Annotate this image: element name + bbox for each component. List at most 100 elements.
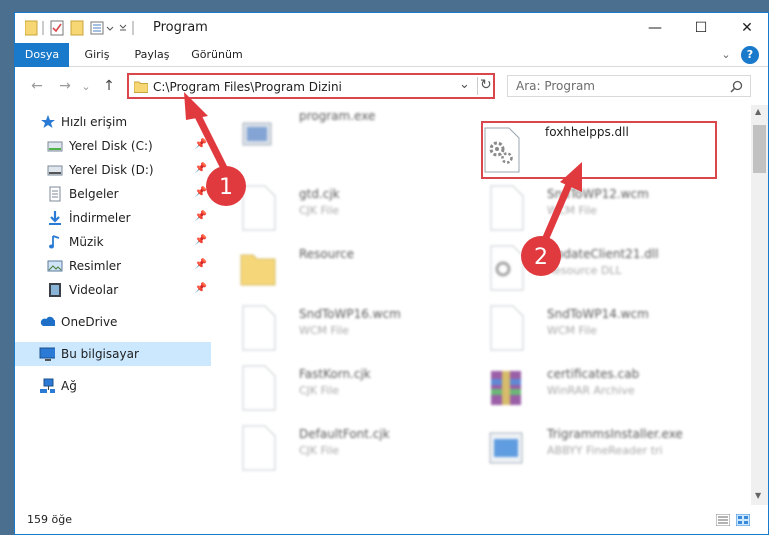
- network-icon: [40, 378, 55, 393]
- quick-access-toolbar[interactable]: [25, 19, 145, 37]
- file-item[interactable]: UpdateClient21.dll Resource DLL: [473, 237, 713, 293]
- file-type: WinRAR Archive: [547, 384, 635, 397]
- file-item[interactable]: SndToWP14.wcm WCM File: [473, 297, 713, 353]
- address-path: C:\Program Files\Program Dizini: [153, 80, 342, 94]
- file-item[interactable]: program.exe: [225, 105, 465, 161]
- sidebar-item-documents[interactable]: Belgeler 📌: [15, 182, 211, 206]
- pictures-icon: [47, 260, 63, 272]
- tab-paylas[interactable]: Paylaş: [127, 43, 177, 67]
- file-item[interactable]: gtd.cjk CJK File: [225, 177, 465, 233]
- help-button[interactable]: ?: [741, 46, 759, 64]
- new-folder-icon: [70, 20, 84, 36]
- file-name: FastKorn.cjk: [299, 367, 371, 381]
- up-button[interactable]: ↑: [99, 76, 119, 96]
- tab-dosya[interactable]: Dosya: [15, 43, 69, 67]
- sidebar-item-local-disk-c[interactable]: Yerel Disk (C:) 📌: [15, 134, 211, 158]
- folder-icon: [25, 20, 38, 36]
- computer-icon: [39, 347, 55, 361]
- minimize-button[interactable]: —: [632, 13, 678, 43]
- file-name: TrigrammsInstaller.exe: [547, 427, 683, 441]
- file-item[interactable]: TrigrammsInstaller.exe ABBYY FineReader …: [473, 417, 713, 473]
- address-divider: [477, 77, 478, 95]
- file-name: Resource: [299, 247, 355, 261]
- file-type: ABBYY FineReader tri: [547, 444, 663, 457]
- file-item[interactable]: FastKorn.cjk CJK File: [225, 357, 465, 413]
- file-name: gtd.cjk: [299, 187, 340, 201]
- sidebar-item-downloads[interactable]: İndirmeler 📌: [15, 206, 211, 230]
- file-name: SndToWP16.wcm: [299, 307, 401, 321]
- pin-icon[interactable]: 📌: [195, 235, 207, 246]
- forward-button[interactable]: →: [55, 76, 75, 96]
- installer-icon: [489, 432, 523, 464]
- tab-gorunum[interactable]: Görünüm: [187, 43, 247, 67]
- sidebar-item-label: Yerel Disk (D:): [69, 163, 154, 177]
- sidebar-item-label: OneDrive: [61, 315, 118, 329]
- sidebar-item-onedrive[interactable]: OneDrive: [15, 310, 211, 334]
- file-name: SndToWP14.wcm: [547, 307, 649, 321]
- sidebar-item-videos[interactable]: Videolar 📌: [15, 278, 211, 302]
- pin-icon[interactable]: 📌: [195, 259, 207, 270]
- file-item[interactable]: SndToWP16.wcm WCM File: [225, 297, 465, 353]
- maximize-button[interactable]: ☐: [678, 13, 724, 43]
- file-name: certificates.cab: [547, 367, 640, 381]
- scrollbar-thumb[interactable]: [753, 125, 766, 173]
- sidebar-item-label: Videolar: [69, 283, 119, 297]
- large-icons-view-icon[interactable]: [736, 514, 750, 526]
- sidebar-item-label: İndirmeler: [69, 211, 131, 225]
- drive-icon: [47, 141, 63, 152]
- file-type: Resource DLL: [547, 264, 622, 277]
- star-icon: [41, 115, 55, 128]
- file-item[interactable]: DefaultFont.cjk CJK File: [225, 417, 465, 473]
- scroll-up-icon[interactable]: ▲: [755, 107, 761, 116]
- sidebar-item-label: Müzik: [69, 235, 104, 249]
- exe-icon: [242, 122, 272, 146]
- refresh-button[interactable]: ↻: [480, 77, 492, 93]
- video-icon: [49, 283, 61, 297]
- search-box[interactable]: Ara: Program: [507, 75, 751, 97]
- file-name: program.exe: [299, 109, 376, 123]
- file-icon: [242, 365, 276, 411]
- vertical-scrollbar[interactable]: ▲ ▼: [751, 105, 768, 505]
- sidebar-item-local-disk-d[interactable]: Yerel Disk (D:) 📌: [15, 158, 211, 182]
- address-bar[interactable]: C:\Program Files\Program Dizini ⌄ ↻: [127, 73, 495, 99]
- sidebar-item-quick-access[interactable]: Hızlı erişim: [15, 110, 211, 134]
- sidebar-item-label: Yerel Disk (C:): [69, 139, 153, 153]
- file-type: WCM File: [299, 324, 349, 337]
- sidebar-item-label: Resimler: [69, 259, 122, 273]
- sidebar-item-music[interactable]: Müzik 📌: [15, 230, 211, 254]
- file-type: CJK File: [299, 444, 340, 457]
- tab-giris[interactable]: Giriş: [77, 43, 117, 67]
- sidebar-item-pictures[interactable]: Resimler 📌: [15, 254, 211, 278]
- details-view-icon[interactable]: [716, 514, 730, 526]
- file-name: SndToWP12.wcm: [547, 187, 649, 201]
- recent-locations-button[interactable]: ⌄: [79, 76, 93, 96]
- expand-ribbon-button[interactable]: ⌄: [717, 43, 735, 67]
- file-item[interactable]: SndToWP12.wcm WCM File: [473, 177, 713, 233]
- back-button[interactable]: ←: [27, 76, 47, 96]
- file-name: UpdateClient21.dll: [547, 247, 659, 261]
- highlight-box: [481, 121, 717, 179]
- pin-icon[interactable]: 📌: [195, 163, 207, 174]
- pin-icon[interactable]: 📌: [195, 211, 207, 222]
- file-type: CJK File: [299, 384, 340, 397]
- file-item[interactable]: Resource: [225, 237, 465, 293]
- pin-icon[interactable]: 📌: [195, 283, 207, 294]
- file-name: DefaultFont.cjk: [299, 427, 390, 441]
- properties-icon: [50, 20, 64, 36]
- sidebar-item-this-pc[interactable]: Bu bilgisayar: [15, 342, 211, 366]
- search-input[interactable]: Ara: Program: [516, 79, 595, 93]
- sidebar-item-network[interactable]: Ağ: [15, 374, 211, 398]
- sidebar-item-label: Belgeler: [69, 187, 119, 201]
- file-icon: [242, 185, 276, 231]
- address-dropdown-icon[interactable]: ⌄: [459, 77, 470, 92]
- file-type: WCM File: [547, 324, 597, 337]
- pin-icon[interactable]: 📌: [195, 187, 207, 198]
- navigation-pane: Hızlı erişim Yerel Disk (C:) 📌 Yerel Dis…: [15, 105, 211, 505]
- drive-icon: [47, 165, 63, 176]
- file-item[interactable]: certificates.cab WinRAR Archive: [473, 357, 713, 413]
- scroll-down-icon[interactable]: ▼: [755, 491, 761, 500]
- close-button[interactable]: ✕: [724, 13, 768, 43]
- folder-icon: [134, 81, 148, 93]
- pin-icon[interactable]: 📌: [195, 139, 207, 150]
- download-icon: [49, 211, 61, 225]
